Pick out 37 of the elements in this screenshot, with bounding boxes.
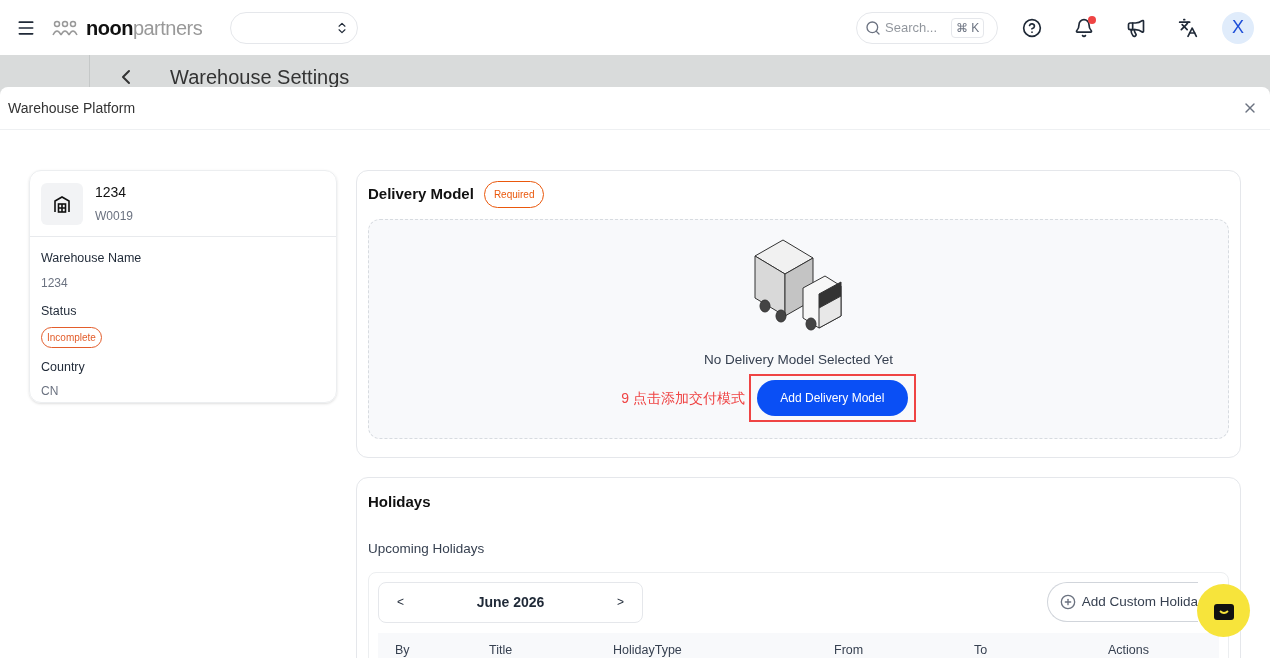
megaphone-icon[interactable] — [1126, 17, 1146, 38]
people-icon — [52, 19, 78, 36]
column-header: Title — [489, 642, 514, 658]
brand-logo: noonpartners — [86, 15, 203, 41]
column-header: HolidayType — [613, 642, 683, 658]
column-header: By — [395, 642, 411, 658]
translate-icon[interactable] — [1178, 17, 1198, 38]
add-icon — [1059, 594, 1076, 611]
field-label: Warehouse Name — [41, 250, 143, 267]
notification-icon[interactable] — [1074, 17, 1094, 38]
add-delivery-model-button[interactable]: Add Delivery Model — [756, 380, 908, 417]
warehouse-code: W0019 — [95, 208, 134, 225]
column-header: To — [974, 642, 989, 658]
field-label: Status — [41, 302, 78, 320]
empty-message: No Delivery Model Selected Yet — [703, 351, 894, 369]
page-title: Warehouse Settings — [170, 67, 350, 87]
month-label: June 2026 — [476, 592, 545, 612]
field-value: 1234 — [41, 274, 69, 292]
modal-title: Warehouse Platform — [8, 98, 136, 118]
warehouse-icon — [41, 182, 83, 225]
field-label: Country — [41, 358, 86, 376]
column-header: Actions — [1108, 642, 1150, 658]
warehouse-name: 1234 — [95, 183, 128, 202]
next-month-button[interactable]: > — [617, 593, 624, 612]
help-icon[interactable] — [1022, 17, 1042, 38]
annotation-text: 9 点击添加交付模式 — [621, 388, 745, 408]
smile-icon — [1213, 601, 1234, 620]
column-header: From — [834, 642, 865, 658]
shortcut-hint: ⌘ K — [951, 17, 985, 38]
section-subtitle: Upcoming Holidays — [368, 539, 486, 558]
section-title: Holidays — [368, 492, 432, 512]
user-avatar[interactable]: X — [1222, 11, 1254, 44]
field-value: CN — [41, 383, 60, 401]
search-icon — [865, 19, 881, 36]
search-field[interactable]: Search... — [885, 17, 947, 38]
section-title: Delivery Model — [368, 184, 474, 205]
previous-month-button[interactable]: < — [397, 593, 404, 612]
